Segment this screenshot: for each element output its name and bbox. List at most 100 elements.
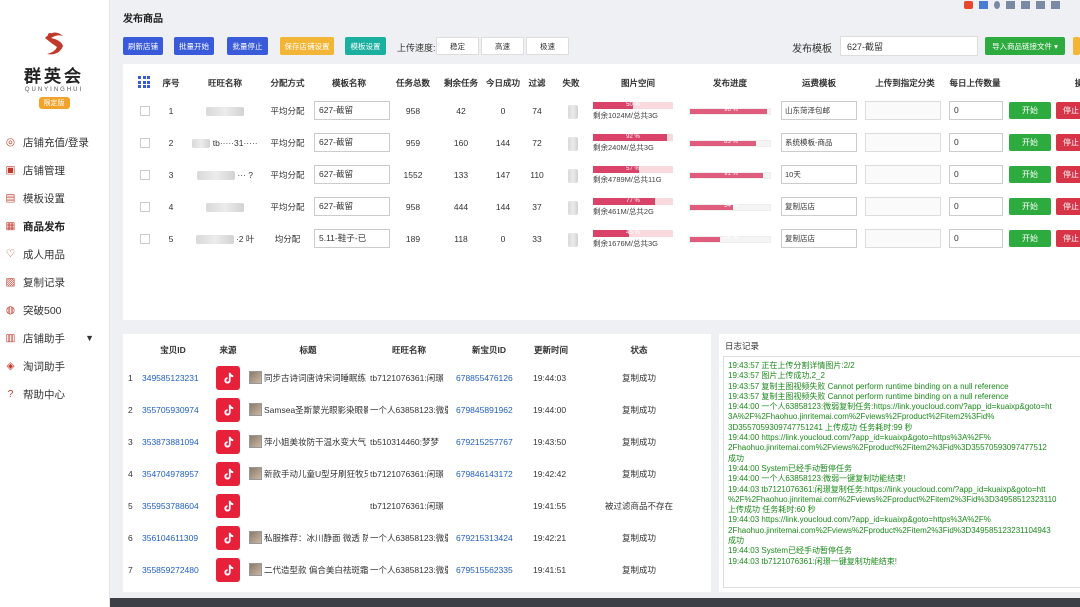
new-item-id-link[interactable] [456, 490, 522, 522]
sidebar-item-label: 成人用品 [23, 248, 65, 261]
sidebar-item-0[interactable]: ◎ 店铺充值/登录 [0, 128, 110, 156]
category-select[interactable] [865, 133, 941, 152]
item-wangwang: 一个人63858123:微弱 [370, 533, 448, 543]
daily-upload-input[interactable]: 0 [949, 197, 1003, 216]
save-shop-settings-button[interactable]: 保存店铺设置 [280, 37, 334, 55]
item-id-link[interactable]: 355953788604 [142, 490, 208, 522]
start-button[interactable]: 开始 [1009, 166, 1051, 183]
sidebar-item-7[interactable]: ▥ 店铺助手 ▼ [0, 324, 110, 352]
sidebar-item-2[interactable]: ▤ 模板设置 [0, 184, 110, 212]
new-item-id-link[interactable]: 678855476126 [456, 362, 522, 394]
lang-icon[interactable] [979, 1, 988, 9]
category-select[interactable] [865, 229, 941, 248]
image-space-pct: 77 % [626, 198, 640, 204]
settings-icon[interactable] [1006, 1, 1015, 9]
row-checkbox[interactable] [140, 202, 150, 212]
item-id-link[interactable]: 355705930974 [142, 394, 208, 426]
row-checkbox[interactable] [140, 234, 150, 244]
freight-template-select[interactable]: 10天 [781, 165, 857, 184]
row-checkbox[interactable] [140, 106, 150, 116]
category-select[interactable] [865, 165, 941, 184]
col-ops: 操 [1074, 78, 1080, 88]
column-settings-icon[interactable] [138, 76, 150, 88]
daily-upload-input[interactable]: 0 [949, 229, 1003, 248]
speed-fast-option[interactable]: 高速 [481, 37, 524, 55]
daily-upload-input[interactable]: 0 [949, 133, 1003, 152]
help-icon: ? [7, 388, 14, 400]
sidebar-item-8[interactable]: ◈ 淘词助手 [0, 352, 110, 380]
item-id-link[interactable]: 355859272480 [142, 554, 208, 586]
start-button[interactable]: 开始 [1009, 102, 1051, 119]
extra-toolbar-button[interactable] [1073, 37, 1080, 55]
sidebar-item-label: 复制记录 [23, 276, 65, 289]
keyboard-icon[interactable] [1021, 1, 1030, 9]
refresh-shops-button[interactable]: 刷新店铺 [123, 37, 163, 55]
row-checkbox[interactable] [140, 170, 150, 180]
skin-icon[interactable] [1036, 1, 1045, 9]
sidebar-item-6[interactable]: ◍ 突破500 [0, 296, 110, 324]
sidebar-item-5[interactable]: ▨ 复制记录 [0, 268, 110, 296]
speed-stable-option[interactable]: 稳定 [436, 37, 479, 55]
daily-upload-input[interactable]: 0 [949, 101, 1003, 120]
sidebar-item-3[interactable]: ▦ 商品发布 [0, 212, 110, 240]
item-id-link[interactable]: 353873881094 [142, 426, 208, 458]
sidebar-item-label: 模板设置 [23, 192, 65, 205]
mic-icon[interactable] [994, 1, 1000, 9]
log-line: 19:44:00 一个人63858123:微弱一键复制功能结束! [728, 474, 906, 484]
sidebar-item-4[interactable]: ♡ 成人用品 [0, 240, 110, 268]
stop-button[interactable]: 停止 [1056, 198, 1080, 215]
daily-upload-input[interactable]: 0 [949, 165, 1003, 184]
col-no: 序号 [162, 78, 180, 88]
row-template-input[interactable]: 627-截留 [314, 165, 390, 184]
table-row: 5 ·2 叶 均分配 5.11-鞋子-已 189 118 0 33 45 % 剩… [123, 223, 1080, 255]
stop-button[interactable]: 停止 [1056, 102, 1080, 119]
row-template-input[interactable]: 627-截留 [314, 101, 390, 120]
item-id-link[interactable]: 349585123231 [142, 362, 208, 394]
row-checkbox[interactable] [140, 138, 150, 148]
log-panel: 日志记录 19:43:57 正在上传分割详情图片:2/2 19:43:57 图片上… [719, 334, 1080, 592]
batch-start-button[interactable]: 批量开始 [174, 37, 214, 55]
grid-icon[interactable] [1051, 1, 1060, 9]
log-line: 19:44:00 https://link.youcloud.com/?app_… [728, 433, 991, 443]
wangwang-text: tb·····31····· [212, 138, 258, 148]
category-select[interactable] [865, 101, 941, 120]
speed-turbo-option[interactable]: 极速 [526, 37, 569, 55]
stop-button[interactable]: 停止 [1056, 230, 1080, 247]
row-no: 1 [168, 106, 174, 116]
start-button[interactable]: 开始 [1009, 134, 1051, 151]
new-item-id-link[interactable]: 679845891962 [456, 394, 522, 426]
table-row: 3 ··· ? 平均分配 627-截留 1552 133 147 110 57 … [123, 159, 1080, 191]
start-button[interactable]: 开始 [1009, 230, 1051, 247]
new-item-id-link[interactable]: 679515562335 [456, 554, 522, 586]
item-id-link[interactable]: 356104611309 [142, 522, 208, 554]
row-no: 5 [128, 501, 133, 511]
sidebar-item-9[interactable]: ? 帮助中心 [0, 380, 110, 408]
copy-record-icon: ▨ [5, 276, 16, 288]
sidebar-item-1[interactable]: ▣ 店铺管理 [0, 156, 110, 184]
freight-template-select[interactable]: 山东菏泽包邮 [781, 101, 857, 120]
row-template-input[interactable]: 627-截留 [314, 133, 390, 152]
freight-template-select[interactable]: 复制店店 [781, 229, 857, 248]
log-line: 3D3557059309747751241 上传成功 任务耗时:99 秒 [728, 422, 913, 432]
freight-template-select[interactable]: 复制店店 [781, 197, 857, 216]
row-filter: 37 [532, 202, 542, 212]
batch-stop-button[interactable]: 批量停止 [227, 37, 268, 55]
new-item-id-link[interactable]: 679215257767 [456, 426, 522, 458]
stop-button[interactable]: 停止 [1056, 166, 1080, 183]
template-settings-button[interactable]: 模板设置 [345, 37, 386, 55]
category-select[interactable] [865, 197, 941, 216]
log-output[interactable]: 19:43:57 正在上传分割详情图片:2/2 19:43:57 图片上传成功,2… [723, 356, 1080, 588]
new-item-id-link[interactable]: 679215313424 [456, 522, 522, 554]
stop-button[interactable]: 停止 [1056, 134, 1080, 151]
publish-template-select[interactable]: 627-截留 [840, 36, 978, 56]
row-template-input[interactable]: 627-截留 [314, 197, 390, 216]
import-links-button[interactable]: 导入商品链接文件 ▾ [985, 37, 1065, 55]
item-id-link[interactable]: 354704978957 [142, 458, 208, 490]
row-template-input[interactable]: 5.11-鞋子-已 [314, 229, 390, 248]
row-alloc: 平均分配 [270, 170, 305, 180]
start-button[interactable]: 开始 [1009, 198, 1051, 215]
ime-icon[interactable] [964, 1, 973, 9]
chevron-down-icon[interactable]: ▼ [85, 333, 94, 343]
new-item-id-link[interactable]: 679846143172 [456, 458, 522, 490]
freight-template-select[interactable]: 系统模板-商品 [781, 133, 857, 152]
